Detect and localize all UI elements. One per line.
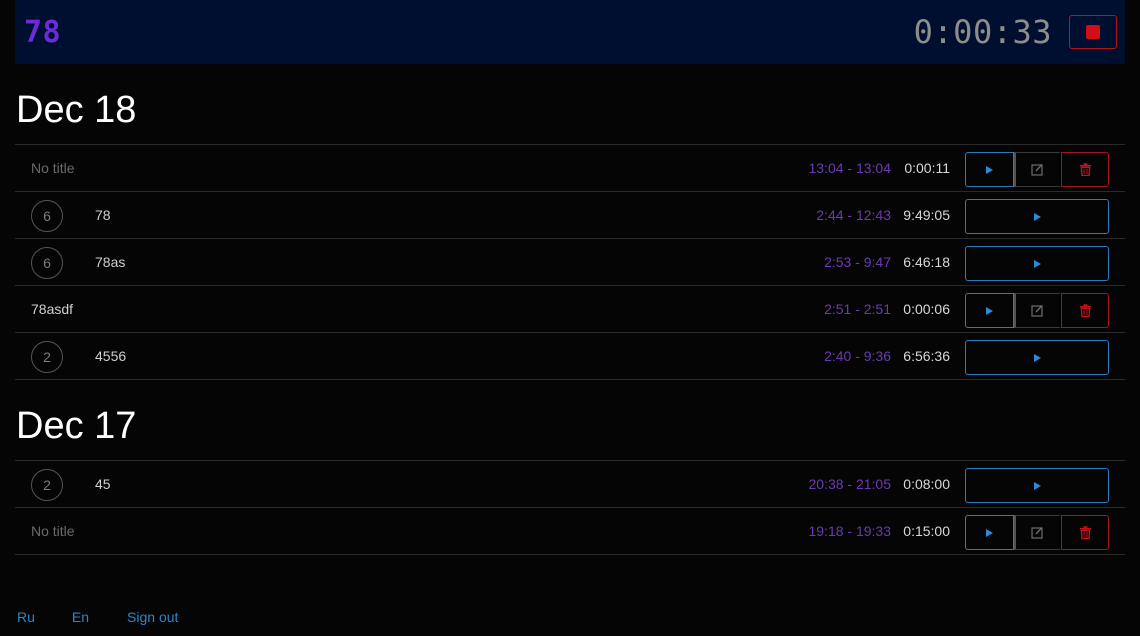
resume-button[interactable]: [965, 152, 1014, 187]
edit-button[interactable]: [1014, 293, 1061, 328]
resume-button[interactable]: [965, 293, 1014, 328]
lang-en-link[interactable]: En: [72, 609, 89, 625]
entry-actions: [965, 246, 1109, 281]
entry-duration: 6:46:18: [903, 254, 950, 270]
entry-time-range: 19:18 - 19:33: [808, 523, 891, 539]
resume-button[interactable]: [965, 199, 1109, 234]
entry-actions: [965, 152, 1109, 187]
day-group: Dec 18 No title 13:04 - 13:04 0:00:11 6 78 2:4…: [15, 90, 1125, 380]
entry-row: 78asdf 2:51 - 2:51 0:00:06: [15, 286, 1125, 333]
entry-actions: [965, 199, 1109, 234]
entry-actions: [965, 515, 1109, 550]
delete-button[interactable]: [1061, 515, 1109, 550]
entry-duration: 0:00:11: [904, 160, 950, 176]
entry-title[interactable]: 45: [95, 476, 111, 492]
entry-title[interactable]: 78: [95, 207, 111, 223]
resume-button[interactable]: [965, 340, 1109, 375]
entry-count-badge[interactable]: 2: [31, 341, 63, 373]
entry-duration: 0:00:06: [903, 301, 950, 317]
resume-button[interactable]: [965, 515, 1014, 550]
entry-duration: 6:56:36: [903, 348, 950, 364]
edit-button[interactable]: [1014, 152, 1061, 187]
trash-icon: [1079, 304, 1091, 317]
running-timer-bar: 78 0:00:33: [15, 0, 1125, 64]
resume-button[interactable]: [965, 468, 1109, 503]
entry-title[interactable]: 4556: [95, 348, 126, 364]
stop-square-icon: [1086, 25, 1100, 39]
entry-time-range: 20:38 - 21:05: [808, 476, 891, 492]
delete-button[interactable]: [1061, 293, 1109, 328]
entry-list: No title 13:04 - 13:04 0:00:11 6 78 2:44 - 12…: [15, 144, 1125, 380]
entry-title[interactable]: No title: [31, 160, 75, 176]
resume-button[interactable]: [965, 246, 1109, 281]
day-heading: Dec 18: [16, 89, 137, 131]
entry-duration: 0:15:00: [903, 523, 950, 539]
play-icon: [1033, 259, 1041, 268]
edit-button[interactable]: [1014, 515, 1061, 550]
entry-row: 6 78as 2:53 - 9:47 6:46:18: [15, 239, 1125, 286]
footer: Ru En Sign out: [17, 609, 178, 625]
entry-row: No title 19:18 - 19:33 0:15:00: [15, 508, 1125, 555]
entry-actions: [965, 340, 1109, 375]
delete-button[interactable]: [1061, 152, 1109, 187]
entry-title[interactable]: No title: [31, 523, 75, 539]
entry-title[interactable]: 78as: [95, 254, 125, 270]
play-icon: [986, 306, 993, 315]
stop-button[interactable]: [1069, 15, 1117, 49]
trash-icon: [1079, 163, 1091, 176]
entry-duration: 9:49:05: [903, 207, 950, 223]
entry-duration: 0:08:00: [903, 476, 950, 492]
play-icon: [1033, 212, 1041, 221]
day-list: Dec 18 No title 13:04 - 13:04 0:00:11 6 78 2:4…: [15, 90, 1125, 555]
entry-time-range: 13:04 - 13:04: [808, 160, 891, 176]
entry-list: 2 45 20:38 - 21:05 0:08:00 No title 19:18 - 1…: [15, 460, 1125, 555]
entry-time-range: 2:51 - 2:51: [824, 301, 891, 317]
play-icon: [986, 165, 993, 174]
edit-icon: [1031, 527, 1043, 539]
entry-actions: [965, 468, 1109, 503]
entry-count-badge[interactable]: 6: [31, 247, 63, 279]
app: 78 0:00:33 Dec 18 No title 13:04 - 13:04 0:…: [15, 0, 1125, 555]
entry-count-badge[interactable]: 6: [31, 200, 63, 232]
edit-icon: [1031, 305, 1043, 317]
entry-time-range: 2:40 - 9:36: [824, 348, 891, 364]
play-icon: [1033, 481, 1041, 490]
elapsed-timer: 0:00:33: [913, 13, 1052, 51]
entry-time-range: 2:44 - 12:43: [816, 207, 891, 223]
day-group: Dec 17 2 45 20:38 - 21:05 0:08:00 No title 19:…: [15, 406, 1125, 555]
entry-row: No title 13:04 - 13:04 0:00:11: [15, 145, 1125, 192]
trash-icon: [1079, 526, 1091, 539]
entry-count-badge[interactable]: 2: [31, 469, 63, 501]
entry-row: 2 4556 2:40 - 9:36 6:56:36: [15, 333, 1125, 380]
entry-actions: [965, 293, 1109, 328]
entry-time-range: 2:53 - 9:47: [824, 254, 891, 270]
edit-icon: [1031, 164, 1043, 176]
play-icon: [1033, 353, 1041, 362]
day-heading: Dec 17: [16, 405, 137, 447]
sign-out-link[interactable]: Sign out: [127, 609, 178, 625]
entry-row: 2 45 20:38 - 21:05 0:08:00: [15, 461, 1125, 508]
current-task-title[interactable]: 78: [24, 15, 61, 50]
entry-title[interactable]: 78asdf: [31, 301, 73, 317]
timer-controls: 0:00:33: [914, 13, 1117, 51]
lang-ru-link[interactable]: Ru: [17, 609, 35, 625]
play-icon: [986, 528, 993, 537]
entry-row: 6 78 2:44 - 12:43 9:49:05: [15, 192, 1125, 239]
